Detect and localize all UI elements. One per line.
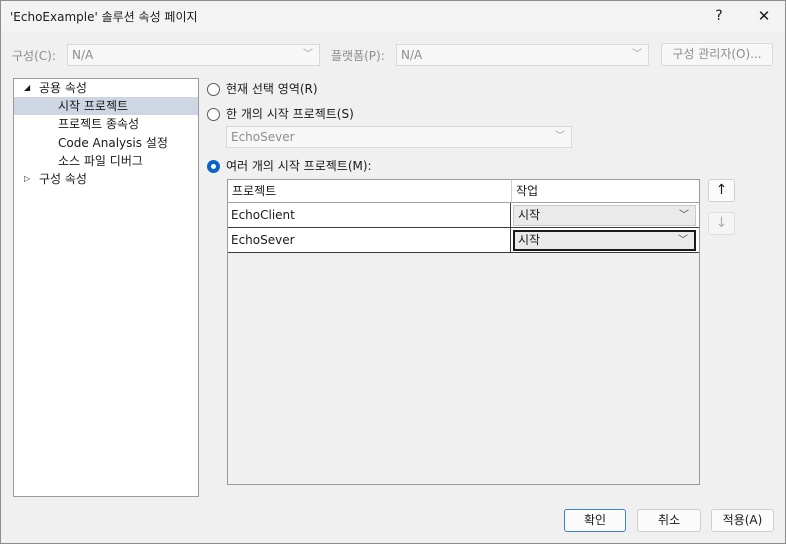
expanded-arrow-icon[interactable]: ◢ bbox=[24, 79, 30, 97]
column-header-project[interactable]: 프로젝트 bbox=[228, 180, 276, 202]
chevron-down-icon: ﹀ bbox=[632, 49, 642, 60]
help-button[interactable]: ? bbox=[708, 5, 730, 27]
config-select[interactable]: N/A ﹀ bbox=[67, 44, 320, 66]
tree-item-configuration-properties[interactable]: ▷ 구성 속성 bbox=[14, 170, 198, 188]
action-select-value: 시작 bbox=[518, 208, 541, 222]
radio-label: 현재 선택 영역(R) bbox=[226, 82, 318, 96]
platform-label: 플랫폼(P): bbox=[331, 49, 385, 63]
tree-item-common-properties[interactable]: ◢ 공용 속성 bbox=[14, 79, 198, 97]
tree-item-debug-source-files[interactable]: 소스 파일 디버그 bbox=[14, 152, 198, 170]
radio-single-startup[interactable]: 한 개의 시작 프로젝트(S) bbox=[207, 105, 377, 123]
window-title: 'EchoExample' 솔루션 속성 페이지 bbox=[10, 10, 198, 24]
table-row[interactable]: EchoSever 시작 ﹀ bbox=[228, 228, 699, 253]
chevron-down-icon: ﹀ bbox=[555, 131, 565, 142]
radio-button[interactable] bbox=[207, 83, 220, 96]
close-button[interactable]: ✕ bbox=[753, 5, 775, 27]
radio-current-selection[interactable]: 현재 선택 영역(R) bbox=[207, 80, 347, 98]
radio-label: 여러 개의 시작 프로젝트(M): bbox=[226, 159, 372, 173]
radio-label: 한 개의 시작 프로젝트(S) bbox=[226, 107, 354, 121]
table-row[interactable]: EchoClient 시작 ﹀ bbox=[228, 203, 699, 228]
chevron-down-icon: ﹀ bbox=[679, 210, 689, 221]
platform-select[interactable]: N/A ﹀ bbox=[396, 44, 649, 66]
action-cell: 시작 ﹀ bbox=[511, 203, 699, 228]
property-tree: ◢ 공용 속성 시작 프로젝트 프로젝트 종속성 Code Analysis 설… bbox=[13, 78, 199, 497]
action-cell: 시작 ﹀ bbox=[511, 228, 699, 253]
config-select-value: N/A bbox=[72, 48, 94, 62]
action-select-value: 시작 bbox=[518, 233, 541, 247]
move-down-button[interactable]: ↓ bbox=[708, 212, 735, 235]
tree-item-label: 프로젝트 종속성 bbox=[58, 117, 140, 131]
radio-multiple-startup[interactable]: 여러 개의 시작 프로젝트(M): bbox=[207, 157, 397, 175]
radio-button-checked[interactable] bbox=[207, 160, 220, 173]
chevron-down-icon: ﹀ bbox=[303, 49, 313, 60]
move-up-button[interactable]: ↑ bbox=[708, 179, 735, 202]
title-bar: 'EchoExample' 솔루션 속성 페이지 ? ✕ bbox=[1, 1, 785, 31]
chevron-down-icon: ﹀ bbox=[678, 235, 688, 246]
startup-projects-grid: 프로젝트 작업 EchoClient 시작 ﹀ EchoSever 시작 ﹀ bbox=[227, 179, 700, 485]
tree-item-label: 공용 속성 bbox=[39, 81, 87, 95]
properties-dialog: 'EchoExample' 솔루션 속성 페이지 ? ✕ 구성(C): N/A … bbox=[0, 0, 786, 544]
config-label: 구성(C): bbox=[12, 49, 56, 63]
platform-select-value: N/A bbox=[401, 48, 423, 62]
cancel-button[interactable]: 취소 bbox=[637, 509, 701, 532]
tree-item-project-dependencies[interactable]: 프로젝트 종속성 bbox=[14, 115, 198, 133]
ok-button[interactable]: 확인 bbox=[564, 509, 626, 532]
project-name-cell: EchoClient bbox=[228, 203, 511, 228]
collapsed-arrow-icon[interactable]: ▷ bbox=[24, 170, 30, 188]
tree-item-label: Code Analysis 설정 bbox=[58, 136, 168, 150]
tree-item-label: 구성 속성 bbox=[39, 172, 87, 186]
tree-item-startup-project[interactable]: 시작 프로젝트 bbox=[14, 97, 198, 115]
radio-button[interactable] bbox=[207, 108, 220, 121]
single-startup-value: EchoSever bbox=[231, 130, 295, 144]
single-startup-select[interactable]: EchoSever ﹀ bbox=[226, 126, 572, 148]
apply-button[interactable]: 적용(A) bbox=[711, 509, 774, 532]
tree-item-code-analysis[interactable]: Code Analysis 설정 bbox=[14, 134, 198, 152]
tree-item-label: 시작 프로젝트 bbox=[58, 99, 129, 113]
column-header-action[interactable]: 작업 bbox=[512, 180, 538, 202]
action-select[interactable]: 시작 ﹀ bbox=[513, 230, 696, 251]
project-name-cell: EchoSever bbox=[228, 228, 511, 253]
grid-header: 프로젝트 작업 bbox=[228, 180, 699, 203]
config-manager-button[interactable]: 구성 관리자(O)... bbox=[661, 43, 773, 66]
action-select[interactable]: 시작 ﹀ bbox=[513, 205, 696, 226]
tree-item-label: 소스 파일 디버그 bbox=[58, 154, 143, 168]
